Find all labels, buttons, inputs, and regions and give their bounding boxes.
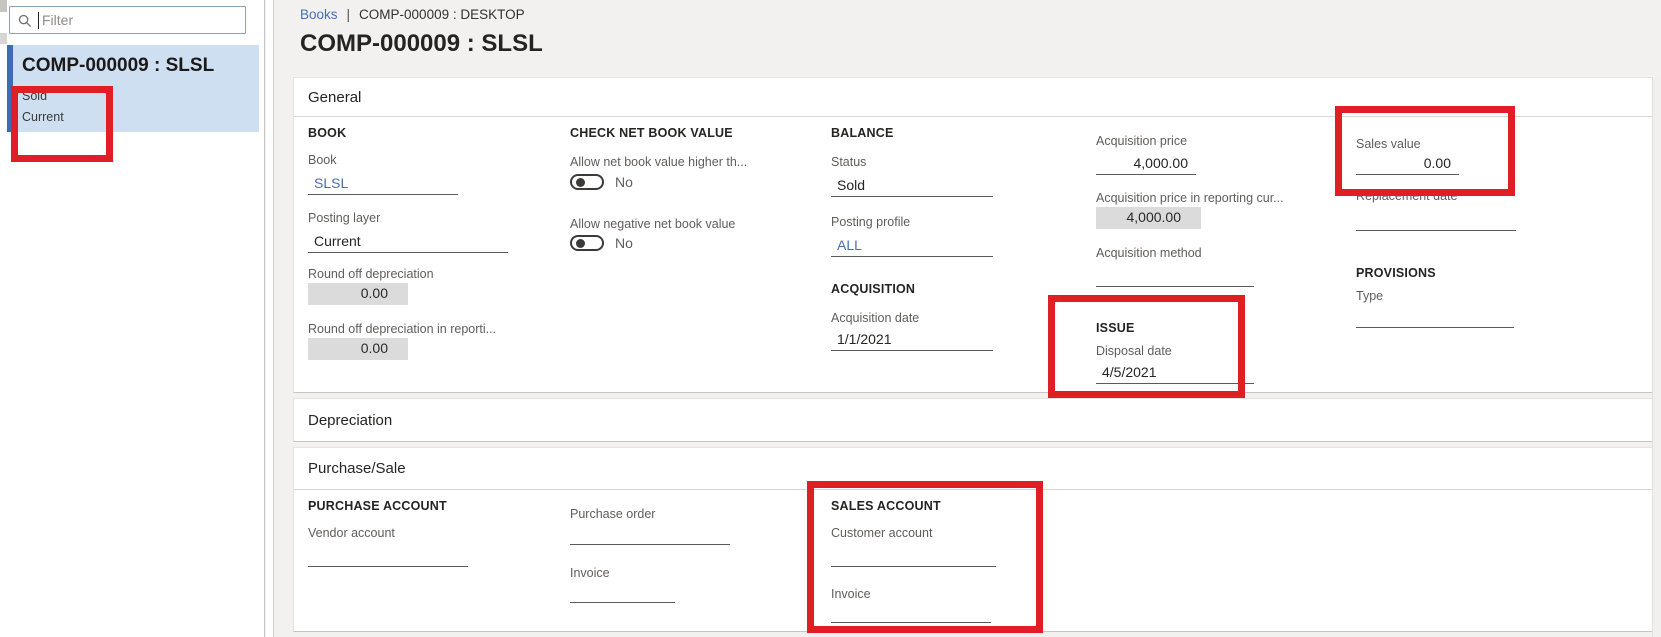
replacement-date-label: Replacement date [1356, 189, 1458, 203]
posting-layer-label: Posting layer [308, 211, 381, 225]
purchase-invoice-field[interactable] [570, 586, 675, 603]
type-label: Type [1356, 289, 1384, 303]
page-title: COMP-000009 : SLSL [300, 30, 543, 57]
type-field[interactable] [1356, 311, 1514, 328]
customer-account-label: Customer account [831, 526, 933, 540]
provisions-group-header: PROVISIONS [1356, 266, 1436, 280]
purchase-account-group-header: PURCHASE ACCOUNT [308, 499, 447, 513]
breadcrumb: Books | COMP-000009 : DESKTOP [300, 7, 525, 22]
allow-higher-toggle[interactable]: No [570, 174, 633, 190]
acquisition-price-reporting-field: 4,000.00 [1096, 207, 1201, 229]
general-section: General BOOK Book SLSL Posting layer Cur… [293, 77, 1661, 393]
allow-negative-toggle-state: No [615, 235, 633, 251]
sales-account-group-header: SALES ACCOUNT [831, 499, 941, 513]
filter-input[interactable] [42, 8, 240, 32]
sales-value-label: Sales value [1356, 137, 1421, 151]
panel-nub2 [0, 33, 7, 44]
sales-invoice-label: Invoice [831, 587, 871, 601]
purchase-sale-section: Purchase/Sale PURCHASE ACCOUNT Vendor ac… [293, 447, 1661, 632]
depreciation-section-header[interactable]: Depreciation [294, 399, 1660, 443]
issue-group-header: ISSUE [1096, 321, 1135, 335]
replacement-date-field[interactable] [1356, 214, 1516, 231]
purchase-order-label: Purchase order [570, 507, 656, 521]
vendor-account-label: Vendor account [308, 526, 395, 540]
acquisition-date-label: Acquisition date [831, 311, 920, 325]
balance-group-header: BALANCE [831, 126, 894, 140]
sales-invoice-field[interactable] [831, 606, 991, 623]
book-field[interactable]: SLSL [308, 174, 458, 195]
allow-negative-label: Allow negative net book value [570, 217, 736, 231]
round-off-reporting-field: 0.00 [308, 338, 408, 360]
acquisition-method-field[interactable] [1096, 270, 1254, 287]
round-off-depreciation-field: 0.00 [308, 283, 408, 305]
status-label: Status [831, 155, 867, 169]
text-caret [38, 12, 39, 29]
general-section-header[interactable]: General [294, 78, 1660, 117]
customer-account-field[interactable] [831, 550, 996, 567]
toggle-off-icon [570, 174, 604, 190]
vendor-account-field[interactable] [308, 550, 468, 567]
acquisition-price-reporting-label: Acquisition price in reporting cur... [1096, 191, 1284, 205]
purchase-order-field[interactable] [570, 528, 730, 545]
acquisition-method-label: Acquisition method [1096, 246, 1202, 260]
acquisition-date-field[interactable]: 1/1/2021 [831, 330, 993, 351]
breadcrumb-separator: | [346, 7, 351, 22]
panel-splitter[interactable] [266, 0, 274, 637]
sales-value-field[interactable]: 0.00 [1356, 154, 1459, 175]
vertical-scrollbar[interactable] [1652, 77, 1661, 637]
acquisition-group-header: ACQUISITION [831, 282, 916, 296]
allow-higher-label: Allow net book value higher th... [570, 155, 748, 169]
allow-negative-toggle[interactable]: No [570, 235, 633, 251]
search-icon [18, 14, 32, 28]
book-item-status: Sold [22, 89, 48, 103]
check-nbv-group-header: CHECK NET BOOK VALUE [570, 126, 733, 140]
allow-higher-toggle-state: No [615, 174, 633, 190]
posting-profile-field[interactable]: ALL [831, 236, 993, 257]
breadcrumb-current: COMP-000009 : DESKTOP [359, 7, 525, 22]
book-item-title: COMP-000009 : SLSL [22, 55, 215, 76]
acquisition-price-label: Acquisition price [1096, 134, 1188, 148]
posting-profile-label: Posting profile [831, 215, 911, 229]
panel-nub [0, 0, 7, 12]
posting-layer-field[interactable]: Current [308, 232, 508, 253]
round-off-depreciation-label: Round off depreciation [308, 267, 434, 281]
purchase-sale-section-header[interactable]: Purchase/Sale [294, 448, 1660, 490]
disposal-date-field[interactable]: 4/5/2021 [1096, 363, 1254, 384]
depreciation-section: Depreciation [293, 398, 1661, 442]
books-list-panel: COMP-000009 : SLSL Sold Current [0, 0, 265, 637]
book-label: Book [308, 153, 337, 167]
toggle-off-icon [570, 235, 604, 251]
filter-field[interactable] [9, 6, 246, 34]
book-group-header: BOOK [308, 126, 347, 140]
acquisition-price-field[interactable]: 4,000.00 [1096, 154, 1196, 175]
book-list-item-selected[interactable]: COMP-000009 : SLSL Sold Current [7, 45, 259, 132]
book-item-layer: Current [22, 110, 64, 124]
disposal-date-label: Disposal date [1096, 344, 1172, 358]
breadcrumb-books-link[interactable]: Books [300, 7, 338, 22]
purchase-invoice-label: Invoice [570, 566, 610, 580]
round-off-reporting-label: Round off depreciation in reporti... [308, 322, 497, 336]
status-field[interactable]: Sold [831, 176, 993, 197]
